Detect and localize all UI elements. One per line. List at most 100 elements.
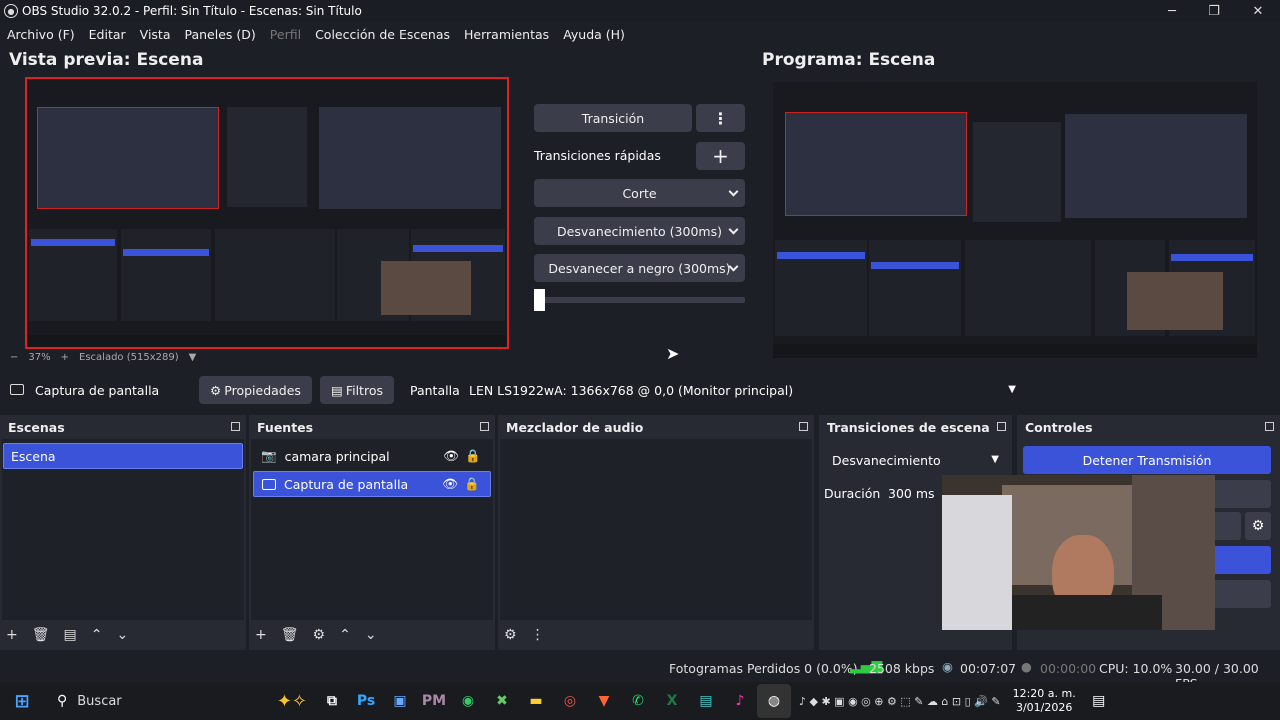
add-quick-transition-button[interactable]: + [696, 142, 745, 170]
trash-icon[interactable]: 🗑 [32, 627, 50, 643]
menu-herramientas[interactable]: Herramientas [457, 27, 556, 42]
filters-button[interactable]: ▤ Filtros [320, 376, 394, 404]
transition-slider-track[interactable] [534, 297, 745, 303]
transition-slider-handle[interactable] [534, 289, 545, 311]
status-bar: Fotogramas Perdidos 0 (0.0%) ▂▄▆ 2508 kb… [0, 655, 1280, 691]
menu-archivo[interactable]: Archivo (F) [0, 27, 82, 42]
source-item[interactable]: 📷 camara principal 👁 🔒 [253, 443, 491, 469]
taskbar-clock[interactable]: 12:20 a. m. 3/01/2026 [1013, 687, 1076, 715]
task-view-icon[interactable]: ⧉ [315, 684, 349, 718]
restore-button[interactable]: ❐ [1192, 0, 1236, 22]
transition-select[interactable]: Desvanecimiento ▼ [825, 446, 1007, 474]
source-item[interactable]: Captura de pantalla 👁 🔒 [253, 471, 491, 497]
gear-icon[interactable]: ⚙ [1245, 512, 1271, 540]
undock-icon[interactable] [997, 422, 1006, 431]
minimize-button[interactable]: ─ [1150, 0, 1194, 22]
zoom-out-button[interactable]: − [10, 352, 18, 363]
search-placeholder: Buscar [77, 693, 122, 709]
sources-dock: Fuentes 📷 camara principal 👁 🔒 Captura d… [249, 415, 495, 650]
record-icon: ● [1021, 659, 1032, 674]
tray-icons[interactable]: ♪ ◆ ✱ ▣ ◉ ◎ ⊕ ⚙ ⬚ ✎ ☁ ⌂ ⊡ ▯ 🔊 ✎ [795, 695, 1005, 708]
more-vertical-icon[interactable]: ⋮ [531, 627, 545, 643]
lock-icon[interactable]: 🔒 [465, 448, 481, 464]
monitor-icon [10, 384, 24, 395]
record-time: 00:00:00 [1040, 661, 1097, 676]
menu-coleccion[interactable]: Colección de Escenas [308, 27, 457, 42]
trash-icon[interactable]: 🗑 [281, 627, 299, 643]
quick-transition-cut[interactable]: Corte [534, 179, 745, 207]
preview-title: Vista previa: Escena [9, 50, 204, 70]
eye-icon[interactable]: 👁 [442, 476, 458, 492]
explorer-icon[interactable]: ▣ [383, 684, 417, 718]
source-name: Captura de pantalla [284, 476, 409, 492]
mixer-title: Mezclador de audio [506, 419, 644, 435]
undock-icon[interactable] [231, 422, 240, 431]
scene-item[interactable]: Escena [3, 443, 243, 469]
preview-canvas[interactable] [25, 77, 509, 349]
app-icon[interactable]: ▤ [689, 684, 723, 718]
program-canvas [773, 82, 1257, 358]
menu-perfil[interactable]: Perfil [263, 27, 308, 42]
brave-icon[interactable]: ▼ [587, 684, 621, 718]
undock-icon[interactable] [799, 422, 808, 431]
pm-app-icon[interactable]: PM [417, 684, 451, 718]
transition-menu-button[interactable]: ⋮ [696, 104, 745, 132]
chrome-profile-icon[interactable]: ◎ [553, 684, 587, 718]
add-source-icon[interactable]: + [255, 627, 267, 643]
cpu-usage: CPU: 10.0% [1099, 661, 1173, 676]
eye-icon[interactable]: 👁 [443, 448, 459, 464]
plus-icon: + [712, 144, 729, 168]
menu-ayuda[interactable]: Ayuda (H) [556, 27, 632, 42]
folder-icon[interactable]: ▬ [519, 684, 553, 718]
add-scene-icon[interactable]: + [6, 627, 18, 643]
lock-icon[interactable]: 🔒 [464, 476, 480, 492]
gear-icon[interactable]: ⚙ [313, 627, 326, 643]
transitions-title: Transiciones de escena [827, 419, 990, 435]
undock-icon[interactable] [480, 422, 489, 431]
menu-vista[interactable]: Vista [133, 27, 178, 42]
controls-header: Controles [1017, 415, 1280, 439]
whatsapp-icon[interactable]: ✆ [621, 684, 655, 718]
display-select-value: LEN LS1922wA: 1366x768 @ 0,0 (Monitor pr… [469, 382, 794, 398]
advanced-audio-icon[interactable]: ⚙ [504, 627, 517, 643]
quick-transition-fade[interactable]: Desvanecimiento (300ms) [534, 217, 745, 245]
mixer-header: Mezclador de audio [498, 415, 814, 439]
excel-icon[interactable]: X [655, 684, 689, 718]
chrome-icon[interactable]: ◉ [451, 684, 485, 718]
transition-button[interactable]: Transición [534, 104, 692, 132]
tiktok-icon[interactable]: ♪ [723, 684, 757, 718]
copilot-sparkle-icon: ✦✧ [276, 690, 307, 712]
taskbar-search[interactable]: ⚲ Buscar ✦✧ [45, 686, 315, 716]
photoshop-icon[interactable]: Ps [349, 684, 383, 718]
transition-select-value: Desvanecimiento [832, 452, 941, 468]
app-icon[interactable]: ✖ [485, 684, 519, 718]
quick-transitions-label: Transiciones rápidas [534, 148, 661, 163]
scenes-list: Escena [2, 439, 244, 620]
move-down-icon[interactable]: ⌄ [116, 627, 128, 643]
dropdown-arrow-icon: ▼ [1008, 384, 1016, 395]
quick-transition-fade-black[interactable]: Desvanecer a negro (300ms) [534, 254, 745, 282]
sources-title: Fuentes [257, 419, 314, 435]
clock-date: 3/01/2026 [1015, 701, 1073, 714]
obs-taskbar-icon[interactable]: ◍ [757, 684, 791, 718]
undock-icon[interactable] [1265, 422, 1274, 431]
zoom-in-button[interactable]: + [61, 352, 69, 363]
scene-filters-icon[interactable]: ▤ [64, 627, 77, 643]
scenes-header: Escenas [0, 415, 246, 439]
notifications-icon[interactable]: ▤ [1082, 684, 1116, 718]
scale-label: Escalado (515x289) [79, 352, 179, 363]
windows-start-icon[interactable]: ⊞ [5, 684, 39, 718]
display-select[interactable]: LEN LS1922wA: 1366x768 @ 0,0 (Monitor pr… [462, 376, 1022, 404]
move-up-icon[interactable]: ⌃ [91, 627, 103, 643]
chevron-down-icon [728, 186, 739, 197]
source-name: camara principal [284, 448, 390, 464]
scale-dropdown-icon[interactable]: ▼ [189, 352, 197, 363]
close-button[interactable]: ✕ [1236, 0, 1280, 22]
menu-editar[interactable]: Editar [82, 27, 133, 42]
properties-button[interactable]: ⚙ Propiedades [199, 376, 312, 404]
quick-transition-label: Corte [622, 185, 657, 201]
move-down-icon[interactable]: ⌄ [365, 627, 377, 643]
stop-stream-button[interactable]: Detener Transmisión [1023, 446, 1271, 474]
move-up-icon[interactable]: ⌃ [339, 627, 351, 643]
menu-paneles[interactable]: Paneles (D) [178, 27, 263, 42]
